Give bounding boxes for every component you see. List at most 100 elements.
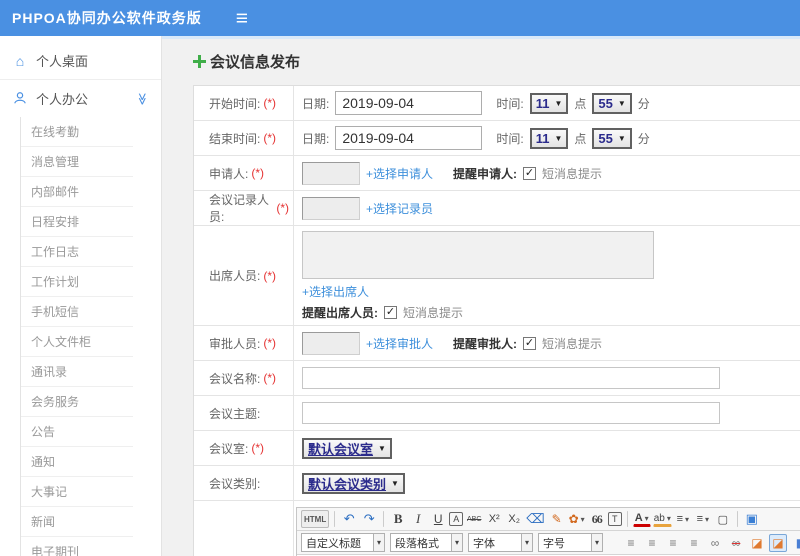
select-attendees-link[interactable]: +选择出席人 (302, 285, 369, 299)
sidebar-item-announcements[interactable]: 公告 (21, 417, 133, 447)
field-label: 出席人员: (209, 269, 261, 283)
sidebar-item-work-log[interactable]: 工作日志 (21, 237, 133, 267)
sms-remind-checkbox[interactable]: ✓ (523, 336, 537, 350)
minute-value: 55 (598, 130, 613, 146)
sidebar-item-schedule[interactable]: 日程安排 (21, 207, 133, 237)
select-recorder-link[interactable]: +选择记录员 (366, 200, 433, 217)
sidebar-item-personal-office[interactable]: 个人办公 ≫ (0, 80, 161, 117)
applicant-input[interactable] (302, 161, 360, 185)
sidebar-item-label: 个人桌面 (36, 54, 89, 69)
link-icon[interactable]: ∞ (706, 534, 724, 552)
sms-remind-checkbox[interactable]: ✓ (523, 166, 537, 180)
toolbar-separator (334, 511, 336, 527)
font-border-icon[interactable]: A (449, 512, 464, 526)
font-color-icon[interactable]: A (632, 511, 651, 527)
ordered-list-icon[interactable]: ≡ (674, 510, 692, 528)
chevron-down-icon: ▼ (617, 98, 626, 108)
paragraph-format-select[interactable]: 段落格式 ▾ (390, 533, 464, 552)
blockquote-icon[interactable]: 66 (588, 510, 606, 528)
sidebar-item-internal-mail[interactable]: 内部邮件 (21, 177, 133, 207)
user-icon (12, 91, 28, 107)
align-left-icon[interactable]: ≡ (622, 534, 640, 552)
insert-media-icon[interactable]: ▮ (790, 534, 800, 552)
align-center-icon[interactable]: ≡ (643, 534, 661, 552)
upload-image-icon[interactable]: ◪ (769, 533, 788, 552)
form-row-meeting-category: 会议类别: 默认会议类别 ▼ (194, 466, 800, 501)
sidebar-item-contacts[interactable]: 通讯录 (21, 357, 133, 387)
meeting-category-value: 默认会议类别 (308, 476, 387, 492)
chevron-down-icon: ▼ (617, 133, 626, 143)
superscript-icon[interactable]: X² (485, 510, 503, 528)
sidebar-item-major-events[interactable]: 大事记 (21, 477, 133, 507)
redo-icon[interactable]: ↷ (360, 510, 378, 528)
sidebar-subitem-label: 日程安排 (31, 215, 80, 229)
start-date-input[interactable] (335, 91, 483, 115)
paste-as-text-icon[interactable]: T (607, 512, 622, 526)
end-date-input[interactable] (335, 126, 483, 150)
eraser-icon[interactable]: ⌫ (525, 510, 545, 528)
meeting-subject-input[interactable] (302, 402, 720, 424)
unlink-icon[interactable]: ∞ (727, 534, 745, 552)
bold-icon[interactable]: B (389, 510, 407, 528)
sidebar-subitem-label: 通知 (31, 455, 56, 469)
sidebar-item-online-attendance[interactable]: 在线考勤 (21, 117, 133, 147)
sidebar-item-message-management[interactable]: 消息管理 (21, 147, 133, 177)
chevron-down-icon: ▾ (373, 534, 385, 551)
end-minute-select[interactable]: 55 ▼ (592, 127, 632, 149)
field-label: 结束时间: (209, 131, 261, 146)
toolbar-separator (736, 511, 738, 527)
required-mark: (*) (263, 131, 277, 145)
undo-icon[interactable]: ↶ (340, 510, 358, 528)
sidebar-item-notices[interactable]: 通知 (21, 447, 133, 477)
fullscreen-icon[interactable]: ▣ (743, 510, 761, 528)
sidebar-item-work-plan[interactable]: 工作计划 (21, 267, 133, 297)
select-approver-link[interactable]: +选择审批人 (366, 335, 433, 352)
unordered-list-icon[interactable]: ≡ (694, 510, 712, 528)
underline-icon[interactable]: U (429, 510, 447, 528)
strikethrough-icon[interactable]: ABC (465, 510, 483, 528)
meeting-room-select[interactable]: 默认会议室 ▼ (302, 437, 392, 459)
insert-image-icon[interactable]: ◪ (748, 534, 766, 552)
start-hour-select[interactable]: 11 ▼ (529, 92, 569, 114)
custom-heading-select[interactable]: 自定义标题 ▾ (301, 533, 386, 552)
recorder-input[interactable] (302, 196, 360, 220)
menu-toggle-icon[interactable]: ≡ (236, 8, 248, 29)
end-hour-select[interactable]: 11 ▼ (529, 127, 569, 149)
sidebar-subitem-label: 会务服务 (31, 395, 80, 409)
sidebar-item-news[interactable]: 新闻 (21, 507, 133, 537)
sidebar-item-e-journal[interactable]: 电子期刊 (21, 537, 133, 556)
field-label: 会议室: (209, 441, 249, 456)
sidebar-item-mobile-sms[interactable]: 手机短信 (21, 297, 133, 327)
editor-row2-buttons: ≡ ≡ ≡ ≡ ∞ ∞ ◪ ◪ (622, 533, 800, 552)
sidebar-item-personal-desktop[interactable]: ⌂ 个人桌面 (0, 42, 161, 80)
remind-approver-label: 提醒审批人: (453, 336, 518, 351)
sidebar-item-personal-file-cabinet[interactable]: 个人文件柜 (21, 327, 133, 357)
select-label: 自定义标题 (306, 537, 361, 550)
start-minute-select[interactable]: 55 ▼ (592, 92, 632, 114)
sidebar-subitem-label: 工作日志 (31, 245, 80, 259)
font-size-select[interactable]: 字号 ▾ (538, 533, 604, 552)
hour-value: 11 (535, 95, 550, 111)
align-right-icon[interactable]: ≡ (664, 534, 682, 552)
meeting-category-select[interactable]: 默认会议类别 ▼ (302, 472, 405, 494)
add-icon (193, 55, 206, 68)
sms-remind-checkbox[interactable]: ✓ (384, 306, 397, 319)
color-palette-icon[interactable]: ✿ (568, 510, 586, 528)
align-justify-icon[interactable]: ≡ (685, 534, 703, 552)
italic-icon[interactable]: I (409, 510, 427, 528)
new-page-icon[interactable]: ▢ (714, 510, 732, 528)
highlight-color-icon[interactable]: ab (652, 511, 672, 527)
chevron-down-icon: ▼ (554, 98, 563, 108)
font-family-select[interactable]: 字体 ▾ (468, 533, 534, 552)
format-painter-icon[interactable]: ✎ (548, 510, 566, 528)
sidebar-subitem-label: 个人文件柜 (31, 335, 92, 349)
select-applicant-link[interactable]: +选择申请人 (366, 165, 433, 182)
sidebar-item-meeting-services[interactable]: 会务服务 (21, 387, 133, 417)
sms-remind-label: 短消息提示 (542, 166, 603, 181)
meeting-name-input[interactable] (302, 367, 720, 389)
approver-input[interactable] (302, 331, 360, 355)
html-source-button[interactable]: HTML (301, 510, 330, 528)
subscript-icon[interactable]: X₂ (505, 510, 523, 528)
toolbar-separator (383, 511, 385, 527)
attendees-textarea[interactable] (302, 231, 654, 279)
